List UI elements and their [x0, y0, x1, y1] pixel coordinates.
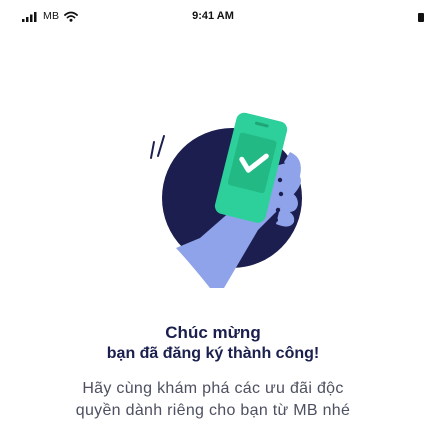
battery-icon — [418, 13, 424, 22]
success-subtitle: bạn đã đăng ký thành công! — [106, 345, 320, 362]
phone-success-icon — [150, 112, 302, 288]
success-title: Chúc mừng — [165, 323, 261, 342]
description-line-1: Hãy cùng khám phá các ưu đãi độc — [82, 380, 344, 397]
status-bar: MB 9:41 AM — [0, 0, 426, 36]
motion-lines — [150, 135, 165, 159]
status-time: 9:41 AM — [192, 10, 234, 22]
description-line-2: quyền dành riêng cho bạn từ MB nhé — [75, 402, 351, 419]
